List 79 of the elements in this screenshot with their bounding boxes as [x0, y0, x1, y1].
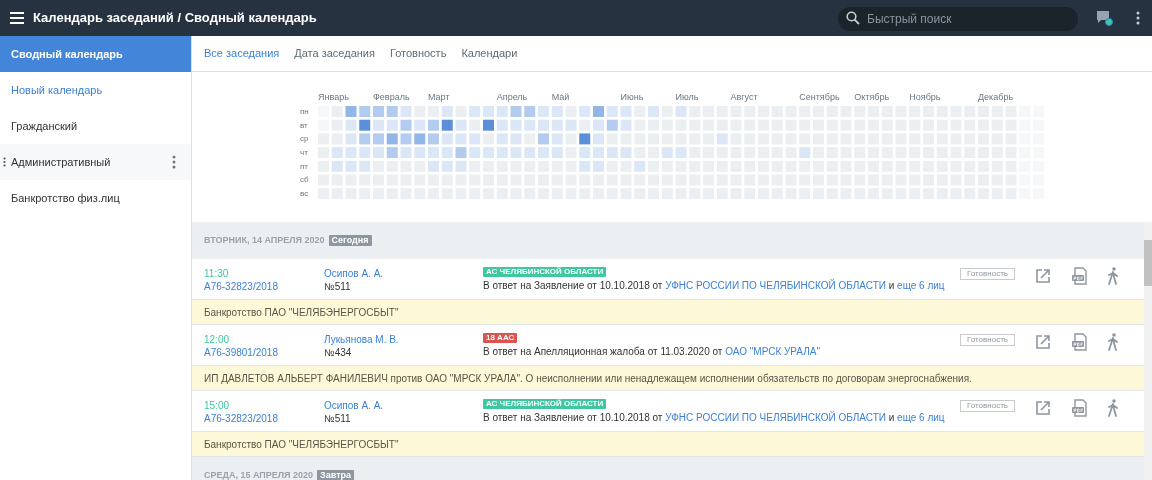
judge-link[interactable]: Лукьянова М. В. [324, 333, 399, 346]
readiness-button[interactable]: Готовность [960, 334, 1015, 346]
month-label: Декабрь [978, 91, 1014, 103]
weekday-label: ср [300, 133, 309, 146]
month-label: Январь [318, 91, 349, 103]
hall-number: №434 [324, 346, 352, 359]
pdf-file-icon[interactable] [1071, 267, 1087, 285]
judge-link[interactable]: Осипов А. А. [324, 267, 384, 280]
walking-person-icon[interactable] [1107, 267, 1119, 285]
weekday-label: пн [300, 106, 309, 118]
hall-number: №511 [324, 412, 351, 425]
sidebar-item[interactable]: Сводный календарь [0, 36, 191, 72]
month-label: Сентябрь [799, 91, 840, 103]
month-label: Апрель [496, 91, 528, 103]
session-description: В ответ на Апелляционная жалоба от 11.03.2020 от ОАО "МРСК УРАЛА" [483, 345, 821, 358]
weekday-label: вт [300, 119, 309, 132]
session-description: В ответ на Заявление от 10.10.2018 от УФНС РОССИИ ПО ЧЕЛЯБИНСКОЙ ОБЛАСТИ и еще 6 лиц [483, 411, 945, 424]
party-link[interactable]: УФНС РОССИИ ПО ЧЕЛЯБИНСКОЙ ОБЛАСТИ [665, 412, 886, 423]
case-number-link[interactable]: А76-32823/2018 [204, 412, 278, 425]
pdf-file-icon[interactable] [1071, 333, 1087, 351]
party-link[interactable]: еще 6 лиц [897, 412, 945, 423]
month-label: Июль [675, 91, 699, 103]
search-icon [846, 11, 860, 25]
month-label: Май [551, 91, 570, 103]
party-link[interactable]: ОАО "МРСК УРАЛА" [725, 346, 821, 357]
sidebar-item[interactable]: Административный [0, 144, 191, 180]
page-title: Календарь заседаний / Сводный календарь [33, 9, 317, 28]
external-link-icon[interactable] [1035, 400, 1051, 416]
more-icon[interactable] [172, 155, 176, 169]
month-label: Июнь [620, 91, 644, 103]
month-label: Февраль [373, 91, 410, 103]
walking-person-icon[interactable] [1107, 399, 1119, 417]
case-number-link[interactable]: А76-32823/2018 [204, 280, 278, 293]
external-link-icon[interactable] [1035, 334, 1051, 350]
court-badge: АС ЧЕЛЯБИНСКОЙ ОБЛАСТИ [483, 267, 607, 277]
drag-handle-icon[interactable] [3, 157, 6, 167]
session-time: 12:00 [204, 333, 230, 346]
more-icon[interactable] [1136, 11, 1140, 25]
session-row[interactable]: 11:30 А76-32823/2018 Осипов А. А. №511 АС ЧЕЛЯБИНСКОЙ ОБЛАСТИ В ответ на Заявление от 10.10.2018 от УФНС РОССИИ ПО ЧЕЛЯБИНСКОЙ ОБЛАСТИ и еще 6 лиц Готовность [192, 259, 1144, 300]
session-note: ИП ДАВЛЕТОВ АЛЬБЕРТ ФАНИЛЕВИЧ против ОАО "МРСК УРАЛА". О неисполнении или ненадлежащем исполнении обязательств по договорам энергоснабжения. [192, 366, 1144, 391]
session-time: 15:00 [204, 399, 230, 412]
readiness-button[interactable]: Готовность [960, 268, 1015, 280]
court-badge: АС ЧЕЛЯБИНСКОЙ ОБЛАСТИ [483, 399, 607, 409]
session-note: Банкротство ПАО "ЧЕЛЯБЭНЕРГОСБЫТ" [192, 300, 1144, 325]
walking-person-icon[interactable] [1107, 333, 1119, 351]
session-note: Банкротство ПАО "ЧЕЛЯБЭНЕРГОСБЫТ" [192, 432, 1144, 457]
session-row[interactable]: 12:00 А76-39801/2018 Лукьянова М. В. №434 18 ААС В ответ на Апелляционная жалоба от 11.03.2020 от ОАО "МРСК УРАЛА" Готовность [192, 325, 1144, 366]
scrollbar[interactable] [1144, 222, 1152, 480]
pdf-file-icon[interactable] [1071, 399, 1087, 417]
hall-number: №511 [324, 280, 351, 293]
day-heading: ВТОРНИК, 14 АПРЕЛЯ 2020 [204, 233, 325, 247]
court-badge: 18 ААС [483, 333, 518, 343]
party-link[interactable]: еще 6 лиц [897, 280, 945, 291]
session-description: В ответ на Заявление от 10.10.2018 от УФНС РОССИИ ПО ЧЕЛЯБИНСКОЙ ОБЛАСТИ и еще 6 лиц [483, 279, 945, 292]
session-row[interactable]: 15:00 А76-32823/2018 Осипов А. А. №511 АС ЧЕЛЯБИНСКОЙ ОБЛАСТИ В ответ на Заявление от 10.10.2018 от УФНС РОССИИ ПО ЧЕЛЯБИНСКОЙ ОБЛАСТИ и еще 6 лиц Готовность [192, 391, 1144, 432]
tab[interactable]: Все заседания [204, 45, 280, 62]
day-badge: Завтра [317, 470, 355, 480]
chat-icon[interactable] [1094, 9, 1114, 27]
readiness-button[interactable]: Готовность [960, 400, 1015, 412]
case-number-link[interactable]: А76-39801/2018 [204, 346, 278, 359]
tab[interactable]: Готовность [389, 45, 447, 62]
search-field[interactable]: Быстрый поиск [838, 7, 1078, 31]
tab[interactable]: Дата заседания [294, 45, 375, 62]
external-link-icon[interactable] [1035, 268, 1051, 284]
party-link[interactable]: УФНС РОССИИ ПО ЧЕЛЯБИНСКОЙ ОБЛАСТИ [665, 280, 886, 291]
weekday-label: чт [300, 147, 309, 160]
menu-icon[interactable] [10, 12, 24, 24]
weekday-label: вс [300, 188, 309, 201]
tab[interactable]: Календари [461, 45, 518, 62]
day-badge: Сегодня [328, 235, 372, 246]
month-label: Ноябрь [909, 91, 941, 103]
weekday-label: пт [300, 160, 309, 173]
judge-link[interactable]: Осипов А. А. [324, 399, 384, 412]
day-heading: СРЕДА, 15 АПРЕЛЯ 2020 [204, 468, 314, 480]
month-label: Март [428, 91, 450, 103]
month-label: Октябрь [854, 91, 890, 103]
session-time: 11:30 [204, 267, 229, 280]
month-label: Август [730, 91, 758, 103]
weekday-label: сб [300, 174, 309, 187]
